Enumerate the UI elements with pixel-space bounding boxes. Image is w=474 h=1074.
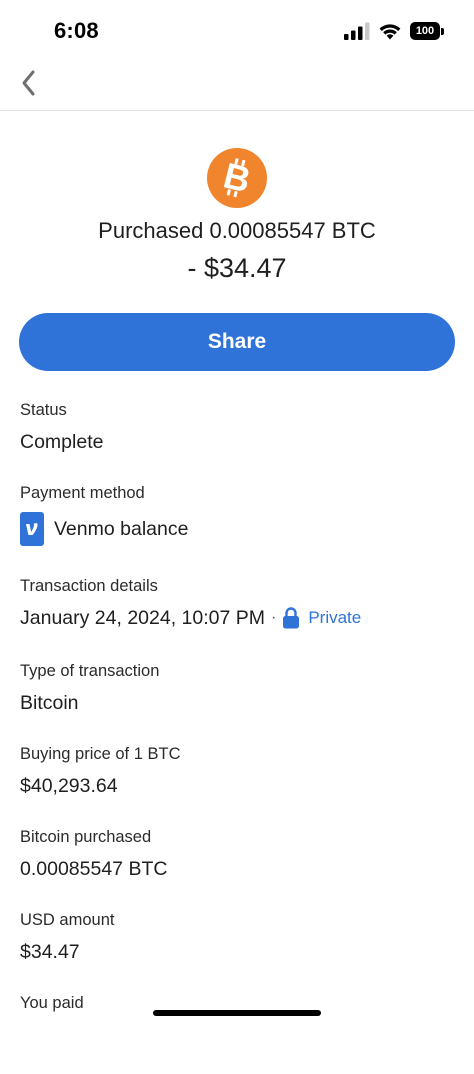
venmo-icon (20, 512, 44, 546)
detail-label: USD amount (20, 911, 115, 929)
chevron-left-icon (22, 70, 35, 96)
payment-method-value: Venmo balance (54, 518, 189, 540)
transaction-amount: - $34.47 (187, 253, 287, 283)
detail-transaction-details: Transaction details January 24, 2024, 10… (20, 574, 454, 659)
lock-icon (283, 607, 300, 629)
detail-label: Payment method (20, 484, 145, 502)
battery-cap (441, 27, 444, 35)
detail-value: $34.47 (20, 941, 80, 963)
detail-label: Buying price of 1 BTC (20, 745, 181, 763)
status-icons: 100 (344, 19, 444, 43)
status-bar: 6:08 100 (0, 0, 474, 60)
transaction-title: Purchased 0.00085547 BTC (98, 218, 376, 243)
detail-bitcoin-purchased: Bitcoin purchased 0.00085547 BTC (20, 825, 454, 908)
battery-icon: 100 (410, 21, 444, 41)
transaction-date-row: January 24, 2024, 10:07 PM · Private (20, 605, 454, 631)
detail-label: Bitcoin purchased (20, 828, 152, 846)
nav-header (0, 60, 474, 111)
share-button[interactable]: Share (19, 313, 455, 371)
transaction-date: January 24, 2024, 10:07 PM (20, 607, 265, 629)
home-indicator[interactable] (153, 1010, 321, 1016)
detail-you-paid: You paid (20, 991, 454, 1074)
detail-value: Complete (20, 431, 104, 453)
status-time: 6:08 (54, 18, 99, 43)
detail-status: Status Complete (20, 398, 454, 481)
detail-label: Status (20, 401, 67, 419)
detail-value: Bitcoin (20, 692, 79, 714)
privacy-label[interactable]: Private (308, 605, 361, 631)
back-button[interactable] (14, 64, 44, 98)
signal-icon (344, 22, 370, 40)
detail-buying-price: Buying price of 1 BTC $40,293.64 (20, 742, 454, 825)
detail-usd-amount: USD amount $34.47 (20, 908, 454, 991)
transaction-details-list: Status Complete Payment method Venmo bal… (20, 398, 454, 1074)
bitcoin-icon: B (207, 148, 267, 208)
detail-type: Type of transaction Bitcoin (20, 659, 454, 742)
battery-level: 100 (410, 22, 440, 40)
detail-value: $40,293.64 (20, 775, 118, 797)
detail-label: Transaction details (20, 577, 158, 595)
separator-dot: · (271, 609, 277, 626)
payment-method-row: Venmo balance (20, 512, 454, 546)
detail-value: 0.00085547 BTC (20, 858, 168, 880)
transaction-hero: B Purchased 0.00085547 BTC - $34.47 (0, 148, 474, 284)
detail-label: Type of transaction (20, 662, 160, 680)
wifi-icon (379, 24, 401, 40)
detail-payment-method: Payment method Venmo balance (20, 481, 454, 574)
